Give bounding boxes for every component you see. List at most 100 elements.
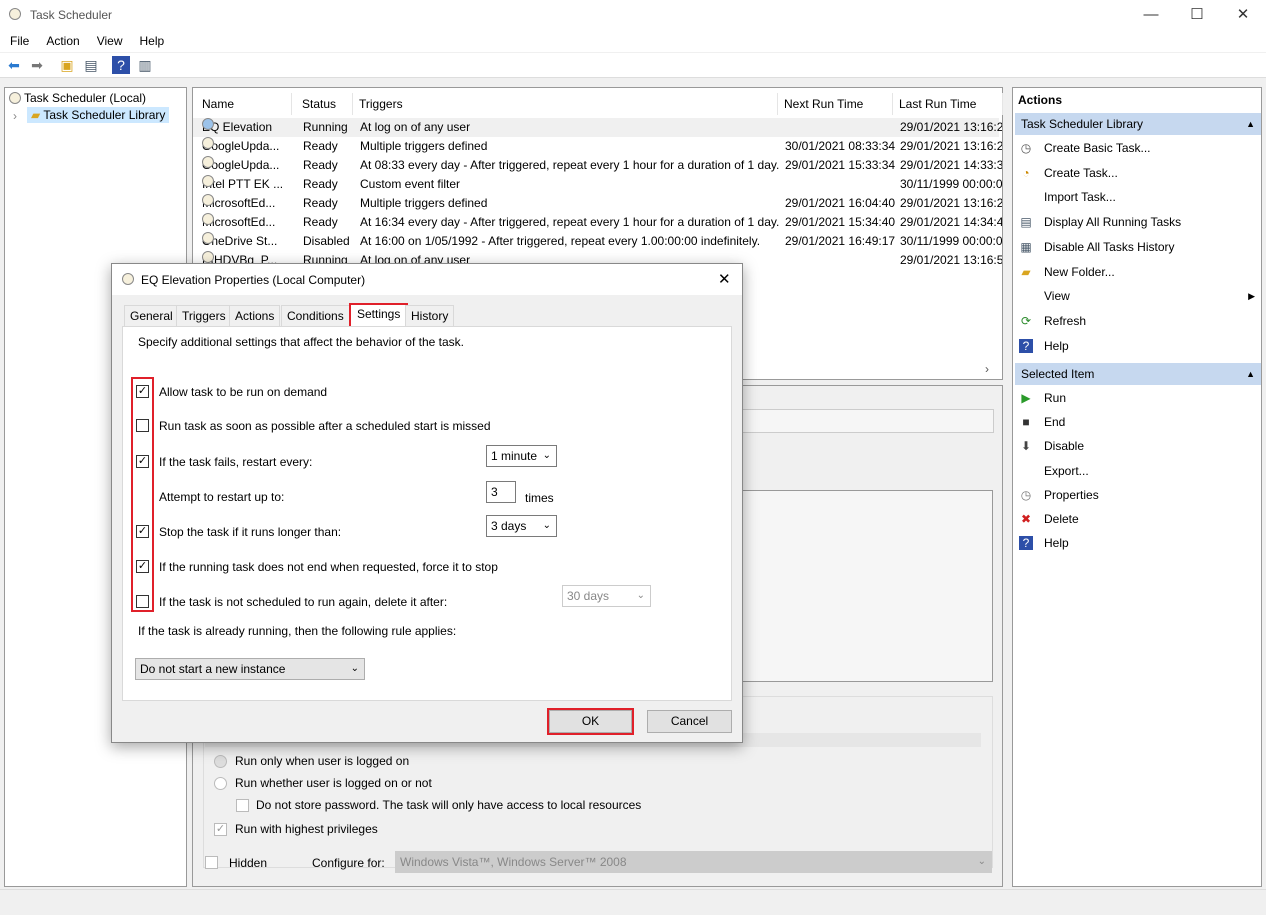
action-view[interactable]: View ▶	[1013, 284, 1263, 308]
action-properties[interactable]: ◷ Properties	[1013, 483, 1263, 507]
configure-for-label: Configure for:	[312, 856, 385, 870]
table-row[interactable]: Intel PTT EK ... Ready Custom event filter…	[193, 175, 1002, 194]
tab-history[interactable]: History	[405, 305, 455, 327]
actions-pane: Actions Task Scheduler Library ▲ ◷ Create …	[1012, 87, 1262, 887]
column-name[interactable]: Name	[196, 93, 292, 115]
column-last-run[interactable]: Last Run Time	[893, 93, 1003, 115]
cell-text: At 16:34 every day - After triggered, re…	[360, 215, 780, 229]
ok-button[interactable]: OK	[547, 708, 634, 735]
action-label: View	[1044, 289, 1070, 304]
restart-attempts-input[interactable]: 3	[486, 481, 516, 503]
scroll-right-icon[interactable]: ›	[985, 362, 989, 376]
cell-last-run-time: 29/01/2021 14:34:41	[900, 213, 1002, 232]
restart-every-checkbox[interactable]: ✓	[136, 455, 149, 468]
view-icon	[1019, 289, 1033, 303]
table-row[interactable]: MicrosoftEd... Ready Multiple triggers def…	[193, 194, 1002, 213]
table-row[interactable]: OneDrive St... Disabled At 16:00 on 1/05/1…	[193, 232, 1002, 251]
menu-action[interactable]: Action	[36, 30, 86, 48]
section-library[interactable]: Task Scheduler Library ▲	[1015, 113, 1261, 135]
action-end[interactable]: ■ End	[1013, 410, 1263, 434]
tab-triggers[interactable]: Triggers	[176, 305, 232, 327]
help-icon: ?	[1019, 338, 1033, 353]
delete-after-checkbox[interactable]	[136, 595, 149, 608]
clock-icon	[9, 92, 21, 104]
stop-duration-select[interactable]: 3 days ⌄	[486, 515, 557, 537]
section-selected-item[interactable]: Selected Item ▲	[1015, 363, 1261, 385]
action-help[interactable]: ? Help	[1013, 334, 1263, 358]
folder-up-icon[interactable]: ▣	[58, 56, 76, 74]
column-triggers[interactable]: Triggers	[353, 93, 778, 115]
task-clock-icon	[202, 232, 214, 244]
action-create-task[interactable]: ◔ Create Task...	[1013, 161, 1263, 185]
submenu-arrow-icon: ▶	[1248, 291, 1255, 302]
stop-longer-checkbox[interactable]: ✓	[136, 525, 149, 538]
action-display-all-running-tasks[interactable]: ▤ Display All Running Tasks	[1013, 210, 1263, 234]
action-refresh[interactable]: ⟳ Refresh	[1013, 309, 1263, 333]
action-label: Import Task...	[1044, 190, 1116, 205]
cell-text: Running	[303, 120, 348, 134]
configure-for-select[interactable]: Windows Vista™, Windows Server™ 2008 ⌄	[395, 851, 992, 873]
tab-settings[interactable]: Settings	[349, 303, 409, 328]
minimize-button[interactable]: —	[1128, 0, 1174, 30]
allow-demand-label: Allow task to be run on demand	[159, 385, 328, 399]
hidden-checkbox[interactable]	[205, 856, 218, 869]
delete-after-select[interactable]: 30 days ⌄	[562, 585, 651, 607]
back-icon[interactable]: ⬅	[5, 56, 23, 74]
expand-chevron-icon[interactable]: ›	[13, 109, 17, 123]
action-run[interactable]: ▶ Run	[1013, 386, 1263, 410]
tab-conditions[interactable]: Conditions	[281, 305, 350, 327]
action-new-folder[interactable]: ▰ New Folder...	[1013, 260, 1263, 284]
cell-text: Ready	[303, 177, 338, 191]
cancel-button[interactable]: Cancel	[647, 710, 732, 733]
close-button[interactable]: ✕	[1220, 0, 1266, 30]
menu-view[interactable]: View	[87, 30, 130, 48]
radio-run-logged-on[interactable]	[214, 755, 227, 768]
cell-last-run-time: 29/01/2021 13:16:23	[900, 118, 1002, 137]
task-clock-icon	[202, 213, 214, 225]
table-row[interactable]: EQ Elevation Running At log on of any user…	[193, 118, 1002, 137]
table-row[interactable]: MicrosoftEd... Ready At 16:34 every day - …	[193, 213, 1002, 232]
highest-privileges-checkbox[interactable]: ✓	[214, 823, 227, 836]
show-hide-action-pane-icon[interactable]: ▥	[136, 56, 154, 74]
tree-item-library[interactable]: ▰ Task Scheduler Library	[27, 107, 170, 123]
forward-icon[interactable]: ➡	[28, 56, 46, 74]
action-create-basic-task[interactable]: ◷ Create Basic Task...	[1013, 136, 1263, 160]
menu-help[interactable]: Help	[130, 30, 172, 48]
maximize-button[interactable]: ☐	[1174, 0, 1220, 30]
configure-for-value: Windows Vista™, Windows Server™ 2008	[400, 855, 627, 869]
cell-triggers: At 08:33 every day - After triggered, re…	[360, 156, 780, 175]
column-status[interactable]: Status	[296, 93, 353, 115]
cell-text: Ready	[303, 158, 338, 172]
tab-actions[interactable]: Actions	[229, 305, 281, 327]
action-delete[interactable]: ✖ Delete	[1013, 507, 1263, 531]
dialog-close-button[interactable]: ✕	[718, 270, 731, 288]
action-disable[interactable]: ⬇ Disable	[1013, 434, 1263, 458]
menu-file[interactable]: File	[0, 30, 36, 48]
force-stop-checkbox[interactable]: ✓	[136, 560, 149, 573]
action-disable-all-tasks-history[interactable]: ▦ Disable All Tasks History	[1013, 235, 1263, 259]
help-icon[interactable]: ?	[112, 56, 130, 74]
show-hide-tree-icon[interactable]: ▤	[82, 56, 100, 74]
table-row[interactable]: GoogleUpda... Ready Multiple triggers defi…	[193, 137, 1002, 156]
no-store-password-checkbox[interactable]	[236, 799, 249, 812]
action-help[interactable]: ? Help	[1013, 531, 1263, 555]
cell-text: At 16:00 on 1/05/1992 - After triggered,…	[360, 234, 761, 248]
cell-text: Ready	[303, 139, 338, 153]
tab-general[interactable]: General	[124, 305, 179, 327]
cell-text: 29/01/2021 15:33:34	[785, 158, 896, 172]
restart-interval-select[interactable]: 1 minute ⌄	[486, 445, 557, 467]
action-import-task[interactable]: Import Task...	[1013, 185, 1263, 209]
allow-demand-checkbox[interactable]: ✓	[136, 385, 149, 398]
restart-attempts-label: Attempt to restart up to:	[159, 490, 285, 504]
column-next-run[interactable]: Next Run Time	[778, 93, 893, 115]
run-asap-checkbox[interactable]	[136, 419, 149, 432]
cell-status: Ready	[303, 175, 358, 194]
action-export[interactable]: Export...	[1013, 459, 1263, 483]
tree-root[interactable]: Task Scheduler (Local)	[9, 91, 146, 105]
table-row[interactable]: GoogleUpda... Ready At 08:33 every day - A…	[193, 156, 1002, 175]
radio-run-whether[interactable]	[214, 777, 227, 790]
hidden-label: Hidden	[229, 856, 268, 870]
action-label: Create Basic Task...	[1044, 141, 1151, 155]
rule-select[interactable]: Do not start a new instance ⌄	[135, 658, 365, 680]
cell-last-run-time: 29/01/2021 13:16:23	[900, 137, 1002, 156]
